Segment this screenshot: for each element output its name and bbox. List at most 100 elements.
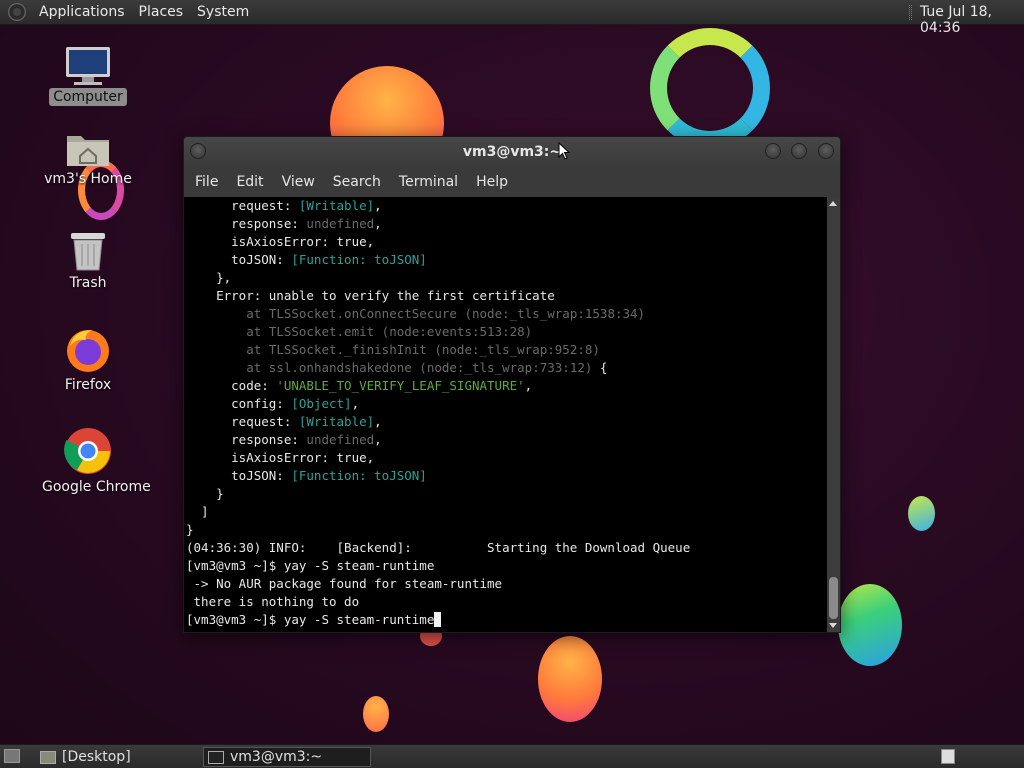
- menu-applications[interactable]: Applications: [32, 4, 132, 20]
- line-value: [Object]: [291, 396, 352, 411]
- show-desktop-icon[interactable]: [4, 749, 20, 763]
- line-text: toJSON:: [186, 468, 292, 483]
- line-text: },: [186, 270, 232, 285]
- desktop-icon-chrome[interactable]: Google Chrome: [38, 426, 151, 496]
- folder-icon: [40, 750, 56, 764]
- terminal-line: isAxiosError: true,: [184, 233, 827, 251]
- wallpaper-right-small-ball: [908, 496, 935, 531]
- scroll-down-arrow-icon[interactable]: [829, 623, 837, 628]
- panel-separator: [909, 5, 912, 20]
- terminal-line: request: [Writable],: [184, 197, 827, 215]
- close-button[interactable]: [818, 143, 834, 159]
- line-value: at ssl.onhandshakedone (node:_tls_wrap:7…: [246, 360, 593, 375]
- line-text: [186, 324, 246, 339]
- line-suffix: ,: [366, 450, 375, 465]
- line-value: true: [336, 234, 367, 249]
- terminal-prompt-line[interactable]: [vm3@vm3 ~]$ yay -S steam-runtime: [184, 611, 827, 629]
- line-text: }: [186, 486, 224, 501]
- menu-help[interactable]: Help: [467, 174, 517, 190]
- menu-file[interactable]: File: [186, 174, 227, 190]
- desktop-icon-label: Firefox: [64, 377, 112, 393]
- terminal-line: }: [184, 521, 827, 539]
- line-text: [186, 342, 246, 357]
- task-label: [Desktop]: [62, 749, 131, 765]
- terminal-line: toJSON: [Function: toJSON]: [184, 467, 827, 485]
- desktop-icon-home[interactable]: vm3's Home: [38, 130, 138, 188]
- scroll-up-arrow-icon[interactable]: [829, 201, 837, 206]
- desktop-icon-label: Trash: [69, 275, 107, 291]
- scrollbar-thumb[interactable]: [829, 577, 838, 619]
- menu-places[interactable]: Places: [132, 4, 191, 20]
- line-text: request:: [186, 414, 299, 429]
- line-suffix: ,: [524, 378, 533, 393]
- line-text: Error: unable to verify the first certif…: [186, 288, 555, 303]
- menu-system[interactable]: System: [190, 4, 256, 20]
- window-title: vm3@vm3:~: [462, 144, 562, 160]
- terminal-line: config: [Object],: [184, 395, 827, 413]
- trash-icon: [68, 230, 108, 272]
- terminal-menubar: File Edit View Search Terminal Help: [184, 167, 840, 197]
- line-text: -> No AUR package found for steam-runtim…: [186, 576, 503, 591]
- line-text: [186, 360, 246, 375]
- line-text: response:: [186, 432, 307, 447]
- menu-edit[interactable]: Edit: [227, 174, 272, 190]
- line-suffix: ,: [374, 432, 382, 447]
- desktop-icon-firefox[interactable]: Firefox: [38, 326, 138, 394]
- bottom-panel: [Desktop] vm3@vm3:~: [0, 744, 1024, 768]
- desktop-icon-trash[interactable]: Trash: [38, 230, 138, 292]
- desktop-icon-computer[interactable]: Computer: [38, 46, 138, 106]
- line-text: isAxiosError:: [186, 234, 337, 249]
- line-suffix: ,: [366, 234, 375, 249]
- wallpaper-bottom-ball: [538, 636, 602, 722]
- terminal-line: ]: [184, 503, 827, 521]
- text-cursor: [434, 612, 442, 627]
- terminal-line: [vm3@vm3 ~]$ yay -S steam-runtime: [184, 557, 827, 575]
- line-text: code:: [186, 378, 277, 393]
- top-panel: Applications Places System Tue Jul 18, 0…: [0, 0, 1024, 36]
- terminal-output[interactable]: request: [Writable], response: undefined…: [184, 197, 827, 632]
- line-text: [vm3@vm3 ~]$ yay -S steam-runtime: [186, 558, 435, 573]
- menu-search[interactable]: Search: [324, 174, 390, 190]
- taskbar-item-terminal[interactable]: vm3@vm3:~: [203, 747, 371, 767]
- terminal-line: at ssl.onhandshakedone (node:_tls_wrap:7…: [184, 359, 827, 377]
- computer-icon: [64, 46, 112, 86]
- distro-logo-icon[interactable]: [8, 3, 26, 21]
- menu-terminal[interactable]: Terminal: [390, 174, 467, 190]
- line-text: config:: [186, 396, 292, 411]
- terminal-window[interactable]: vm3@vm3:~ File Edit View Search Terminal…: [183, 136, 841, 633]
- wallpaper-tiny-ball: [363, 696, 389, 732]
- firefox-icon: [64, 326, 112, 374]
- menu-view[interactable]: View: [273, 174, 324, 190]
- line-suffix: ,: [374, 198, 382, 213]
- line-suffix: ,: [351, 396, 360, 411]
- maximize-button[interactable]: [791, 143, 807, 159]
- terminal-line: },: [184, 269, 827, 287]
- line-value: [Function: toJSON]: [291, 468, 427, 483]
- line-text: toJSON:: [186, 252, 292, 267]
- workspace-switcher[interactable]: [941, 749, 955, 764]
- chrome-icon: [63, 426, 113, 476]
- line-text: request:: [186, 198, 299, 213]
- wallpaper-ring: [650, 28, 770, 148]
- task-label: vm3@vm3:~: [230, 749, 323, 765]
- terminal-line: }: [184, 485, 827, 503]
- line-value: true: [336, 450, 367, 465]
- line-value: 'UNABLE_TO_VERIFY_LEAF_SIGNATURE': [276, 378, 525, 393]
- line-text: [186, 306, 246, 321]
- taskbar-item-desktop[interactable]: [Desktop]: [36, 747, 198, 767]
- terminal-scrollbar[interactable]: [827, 197, 840, 632]
- minimize-button[interactable]: [765, 143, 781, 159]
- terminal-icon: [208, 750, 224, 764]
- window-titlebar[interactable]: vm3@vm3:~: [184, 137, 840, 167]
- terminal-line: there is nothing to do: [184, 593, 827, 611]
- desktop-icon-label: vm3's Home: [44, 171, 132, 187]
- line-value: at TLSSocket._finishInit (node:_tls_wrap…: [246, 342, 600, 357]
- line-value: [Writable]: [298, 414, 375, 429]
- line-text: isAxiosError:: [186, 450, 337, 465]
- terminal-line: at TLSSocket._finishInit (node:_tls_wrap…: [184, 341, 827, 359]
- line-text: there is nothing to do: [186, 594, 360, 609]
- terminal-line: at TLSSocket.emit (node:events:513:28): [184, 323, 827, 341]
- line-value: [Writable]: [298, 198, 375, 213]
- clock[interactable]: Tue Jul 18, 04:36: [920, 4, 1024, 36]
- terminal-line: Error: unable to verify the first certif…: [184, 287, 827, 305]
